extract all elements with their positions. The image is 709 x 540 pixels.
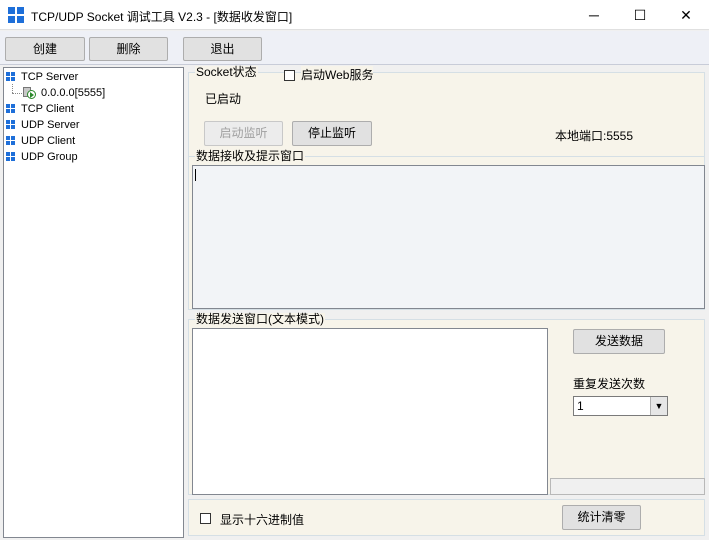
- tree-item-label: UDP Server: [21, 119, 80, 131]
- tree-item-label: UDP Group: [21, 151, 78, 163]
- receive-legend: 数据接收及提示窗口: [195, 149, 306, 163]
- send-group: 数据发送窗口(文本模式) 发送数据 重复发送次数 1 ▼: [188, 313, 705, 495]
- data-panel: Socket状态 启动Web服务 已启动 启动监听 停止监听 本地端口:5555…: [186, 65, 707, 538]
- tcp-client-icon: [6, 104, 16, 114]
- send-data-button[interactable]: 发送数据: [573, 329, 665, 354]
- send-textarea[interactable]: [192, 328, 548, 495]
- minimize-button[interactable]: ─: [571, 0, 617, 30]
- tcp-server-icon: [6, 72, 16, 82]
- web-service-label: 启动Web服务: [301, 66, 374, 83]
- tree-item-label: TCP Server: [21, 71, 79, 83]
- chevron-down-icon[interactable]: ▼: [650, 397, 667, 415]
- tree-item-label: UDP Client: [21, 135, 76, 147]
- web-service-checkbox[interactable]: [284, 70, 295, 81]
- hex-display-label: 显示十六进制值: [220, 513, 305, 527]
- udp-client-icon: [6, 136, 16, 146]
- repeat-count-value: 1: [577, 399, 584, 413]
- udp-server-icon: [6, 120, 16, 130]
- status-field: [550, 478, 705, 495]
- receive-textarea[interactable]: [192, 165, 705, 309]
- bottom-bar: 显示十六进制值 统计清零: [188, 499, 705, 536]
- connection-tree[interactable]: TCP Server 0.0.0.0[5555] TCP Client UDP …: [3, 67, 184, 538]
- delete-button[interactable]: 删除: [89, 37, 168, 61]
- repeat-count-select[interactable]: 1 ▼: [573, 396, 668, 416]
- tree-connector: [12, 93, 22, 94]
- socket-status-legend: Socket状态: [195, 65, 258, 79]
- minimize-icon: ─: [589, 7, 599, 23]
- app-icon: [8, 7, 24, 23]
- exit-button[interactable]: 退出: [183, 37, 262, 61]
- title-bar: TCP/UDP Socket 调试工具 V2.3 - [数据收发窗口] ─ ☐ …: [0, 0, 709, 30]
- status-text: 已启动: [205, 92, 242, 106]
- local-port-text: 本地端口:5555: [555, 129, 634, 143]
- listening-icon: [23, 87, 36, 99]
- udp-group-icon: [6, 152, 16, 162]
- maximize-button[interactable]: ☐: [617, 0, 663, 30]
- receive-group: 数据接收及提示窗口: [188, 150, 705, 310]
- stop-listen-button[interactable]: 停止监听: [292, 121, 372, 146]
- tree-item-label: 0.0.0.0[5555]: [41, 87, 106, 99]
- toolbar: 创建 删除 退出: [0, 31, 709, 65]
- repeat-count-label: 重复发送次数: [573, 377, 646, 391]
- close-icon: ✕: [680, 7, 692, 23]
- window-title: TCP/UDP Socket 调试工具 V2.3 - [数据收发窗口]: [31, 10, 293, 24]
- hex-display-checkbox[interactable]: [200, 513, 211, 524]
- tree-item-label: TCP Client: [21, 103, 74, 115]
- close-button[interactable]: ✕: [663, 0, 709, 30]
- send-legend: 数据发送窗口(文本模式): [195, 312, 325, 326]
- tree-connector: [12, 84, 13, 93]
- start-listen-button[interactable]: 启动监听: [204, 121, 283, 146]
- create-button[interactable]: 创建: [5, 37, 85, 61]
- text-cursor: [195, 169, 196, 181]
- maximize-icon: ☐: [633, 7, 647, 23]
- reset-stats-button[interactable]: 统计清零: [562, 505, 641, 530]
